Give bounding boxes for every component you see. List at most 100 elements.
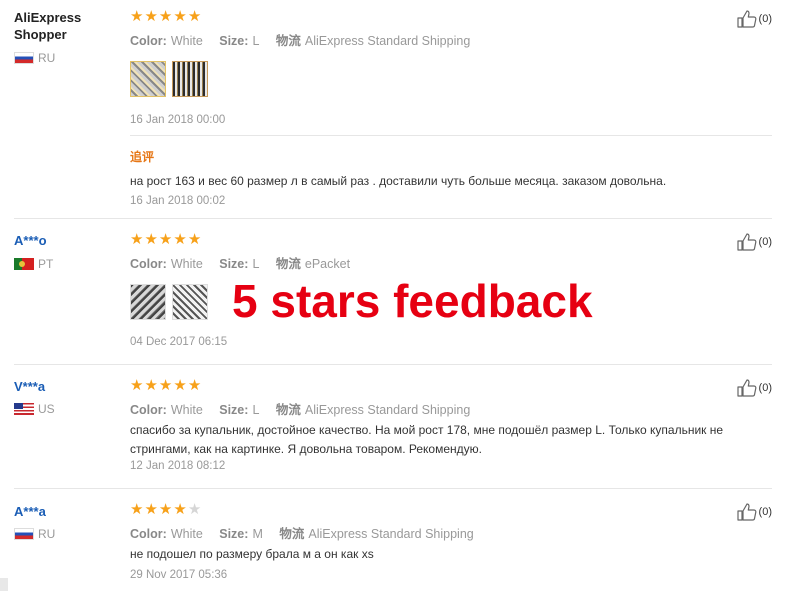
order-info: Color: White Size: L 物流 AliExpress Standard… — [130, 30, 483, 49]
shipping-value: ePacket — [304, 257, 351, 271]
color-value: White — [170, 257, 203, 271]
like-button[interactable]: (0) — [736, 233, 772, 251]
star-filled-icon: ★ — [130, 8, 145, 25]
color-value: White — [170, 34, 203, 48]
like-count: (0) — [758, 236, 772, 248]
scrollbar-corner — [0, 578, 8, 591]
star-rating: ★★★★★ — [130, 502, 202, 518]
append-divider — [130, 135, 772, 136]
size-value: L — [252, 403, 260, 417]
reviewer-country: PT — [14, 257, 53, 271]
star-filled-icon: ★ — [187, 377, 203, 394]
star-filled-icon: ★ — [144, 8, 159, 25]
reviewer-info: V***a US — [14, 378, 124, 416]
thumbs-up-icon — [736, 10, 756, 28]
color-key: Color: — [130, 403, 167, 417]
order-info: Color: White Size: L 物流 AliExpress Standard… — [130, 399, 483, 418]
reviewer-country: US — [14, 402, 55, 416]
country-code: PT — [38, 257, 54, 271]
like-count: (0) — [758, 382, 772, 394]
review-photo-thumbnail[interactable] — [130, 284, 166, 320]
reviewer-country: RU — [14, 51, 55, 65]
append-text: на рост 163 и вес 60 размер л в самый ра… — [130, 174, 667, 188]
like-button[interactable]: (0) — [736, 503, 772, 521]
review-text-line: стрингами, как на картинке. Я довольна т… — [130, 442, 482, 456]
country-code: RU — [38, 527, 56, 541]
size-key: Size: — [219, 403, 249, 417]
review-date: 12 Jan 2018 08:12 — [130, 460, 226, 472]
size-key: Size: — [219, 257, 249, 271]
star-filled-icon: ★ — [158, 501, 174, 518]
shipping-value: AliExpress Standard Shipping — [304, 34, 471, 48]
thumbs-up-icon — [736, 233, 756, 251]
russia-flag-icon — [14, 52, 34, 64]
review-item: A***a RU ★★★★★ Color: White Size: M 物流 AliE… — [0, 490, 800, 591]
review-photo-thumbnail[interactable] — [130, 61, 166, 97]
like-count: (0) — [758, 506, 772, 518]
review-divider — [14, 218, 772, 219]
star-filled-icon: ★ — [173, 8, 188, 25]
review-item: AliExpress Shopper RU ★★★★★ Color: White … — [0, 0, 800, 220]
review-photos — [130, 284, 208, 320]
star-filled-icon: ★ — [144, 231, 159, 248]
review-item: V***a US ★★★★★ Color: White Size: L 物流 AliE… — [0, 366, 800, 490]
russia-flag-icon — [14, 528, 34, 540]
color-key: Color: — [130, 34, 167, 48]
order-info: Color: White Size: L 物流 ePacket — [130, 253, 363, 272]
review-divider — [14, 488, 772, 489]
like-button[interactable]: (0) — [736, 10, 772, 28]
size-value: L — [252, 34, 260, 48]
star-filled-icon: ★ — [130, 231, 145, 248]
country-code: RU — [38, 51, 56, 65]
star-filled-icon: ★ — [173, 377, 188, 394]
shipping-key: 物流 — [275, 403, 301, 417]
star-filled-icon: ★ — [173, 231, 188, 248]
usa-flag-icon — [14, 403, 34, 415]
reviewer-info: AliExpress Shopper RU — [14, 9, 124, 65]
reviewer-name: AliExpress Shopper — [14, 10, 82, 42]
reviewer-name[interactable]: V***a — [14, 378, 124, 395]
review-photo-thumbnail[interactable] — [172, 61, 208, 97]
order-info: Color: White Size: M 物流 AliExpress Standard… — [130, 523, 487, 542]
review-text-line: спасибо за купальник, достойное качество… — [130, 423, 724, 437]
size-key: Size: — [219, 34, 249, 48]
country-code: US — [38, 402, 55, 416]
star-filled-icon: ★ — [130, 377, 145, 394]
star-rating: ★★★★★ — [130, 232, 202, 248]
color-key: Color: — [130, 257, 167, 271]
shipping-key: 物流 — [275, 34, 301, 48]
review-photo-thumbnail[interactable] — [172, 284, 208, 320]
reviewer-country: RU — [14, 527, 55, 541]
reviewer-name[interactable]: A***a — [14, 503, 124, 520]
review-text: спасибо за купальник, достойное качество… — [130, 421, 750, 459]
star-filled-icon: ★ — [130, 501, 145, 518]
size-key: Size: — [219, 527, 249, 541]
portugal-flag-icon — [14, 258, 34, 270]
review-divider — [14, 364, 772, 365]
like-count: (0) — [758, 13, 772, 25]
thumbs-up-icon — [736, 503, 756, 521]
star-rating: ★★★★★ — [130, 9, 202, 25]
review-text: не подошел по размеру брала м а он как x… — [130, 547, 374, 561]
thumbs-up-icon — [736, 379, 756, 397]
color-key: Color: — [130, 527, 167, 541]
shipping-value: AliExpress Standard Shipping — [308, 527, 474, 541]
color-value: White — [170, 527, 203, 541]
star-filled-icon: ★ — [158, 8, 174, 25]
shipping-key: 物流 — [275, 257, 301, 271]
like-button[interactable]: (0) — [736, 379, 772, 397]
star-filled-icon: ★ — [158, 231, 174, 248]
review-date: 16 Jan 2018 00:00 — [130, 114, 226, 126]
review-date: 04 Dec 2017 06:15 — [130, 336, 228, 348]
size-value: M — [252, 527, 263, 541]
review-photos — [130, 61, 208, 97]
star-empty-icon: ★ — [187, 501, 203, 518]
size-value: L — [252, 257, 260, 271]
star-filled-icon: ★ — [187, 8, 203, 25]
review-date: 29 Nov 2017 05:36 — [130, 569, 228, 581]
shipping-key: 物流 — [279, 527, 305, 541]
star-filled-icon: ★ — [144, 501, 159, 518]
reviewer-name[interactable]: A***o — [14, 232, 124, 249]
star-filled-icon: ★ — [187, 231, 203, 248]
star-filled-icon: ★ — [173, 501, 188, 518]
